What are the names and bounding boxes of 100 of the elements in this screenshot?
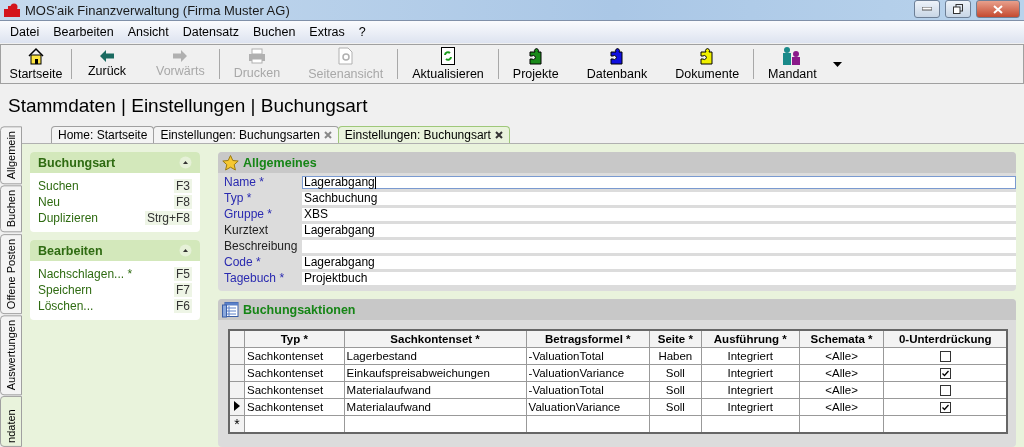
column-header[interactable]: 0-Unterdrückung bbox=[883, 330, 1007, 348]
panel-title: Allgemeines bbox=[243, 155, 317, 170]
close-icon bbox=[993, 4, 1003, 14]
document-tab[interactable]: Einstellungen: Buchungsarten bbox=[153, 126, 339, 143]
table-cell: <Alle> bbox=[799, 381, 884, 399]
new-row-marker: * bbox=[229, 415, 245, 433]
menu-item[interactable]: ? bbox=[351, 25, 373, 39]
field-label: Beschreibung bbox=[224, 240, 299, 253]
input-field[interactable] bbox=[302, 240, 1016, 253]
printer-icon bbox=[247, 48, 266, 64]
vertical-tab[interactable]: ndaten bbox=[0, 396, 22, 447]
menu-item[interactable]: Buchen bbox=[245, 25, 303, 39]
shortcut-key: F3 bbox=[174, 179, 192, 193]
table-cell: Soll bbox=[649, 364, 702, 382]
input-field[interactable]: Lagerabgang bbox=[302, 256, 1016, 269]
minimize-icon bbox=[922, 7, 932, 11]
checkbox[interactable] bbox=[939, 402, 951, 414]
section-title: Bearbeiten bbox=[38, 243, 103, 258]
page-preview-icon bbox=[337, 47, 354, 65]
table-cell: ValuationVariance bbox=[526, 398, 650, 416]
side-link[interactable]: Nachschlagen... * bbox=[38, 267, 133, 281]
table-cell: Lagerbestand bbox=[344, 347, 527, 365]
refresh-icon bbox=[441, 47, 456, 65]
table-cell: Sachkontenset bbox=[244, 347, 345, 365]
checkbox[interactable] bbox=[939, 385, 951, 397]
field-label: Name * bbox=[224, 176, 265, 189]
side-link[interactable]: Löschen... bbox=[38, 299, 94, 313]
close-button[interactable] bbox=[976, 0, 1020, 18]
collapse-icon[interactable] bbox=[179, 244, 192, 257]
checkbox[interactable] bbox=[939, 351, 951, 363]
table-cell: -ValuationTotal bbox=[526, 347, 650, 365]
checkbox[interactable] bbox=[939, 368, 951, 380]
table-cell: <Alle> bbox=[799, 347, 884, 365]
input-field[interactable]: Sachbuchung bbox=[302, 192, 1016, 205]
shortcut-key: F7 bbox=[174, 283, 192, 297]
input-field[interactable]: Projektbuch bbox=[302, 272, 1016, 285]
table-cell: Soll bbox=[649, 398, 702, 416]
table-cell: Sachkontenset bbox=[244, 398, 345, 416]
table-cell: Integriert bbox=[701, 381, 800, 399]
menu-item[interactable]: Datensatz bbox=[175, 25, 246, 39]
left-arrow-icon bbox=[100, 50, 114, 62]
table-cell: Einkaufspreisabweichungen bbox=[344, 364, 527, 382]
window-title: MOS'aik Finanzverwaltung (Firma Muster AG) bbox=[25, 2, 291, 18]
vertical-tab[interactable]: Offene Posten bbox=[0, 233, 22, 314]
shortcut-key: F6 bbox=[174, 299, 192, 313]
input-field[interactable]: XBS bbox=[302, 208, 1016, 221]
table-cell: -ValuationVariance bbox=[526, 364, 650, 382]
collapse-icon[interactable] bbox=[179, 156, 192, 169]
table-icon bbox=[222, 301, 239, 318]
input-field[interactable]: Lagerabgang bbox=[302, 176, 1016, 189]
shortcut-key: Strg+F8 bbox=[144, 211, 192, 225]
input-field[interactable]: Lagerabgang bbox=[302, 224, 1016, 237]
toolbar-button[interactable]: Startseite bbox=[1, 45, 71, 83]
menu-item[interactable]: Ansicht bbox=[120, 25, 176, 39]
table-cell: Integriert bbox=[701, 364, 800, 382]
restore-icon bbox=[953, 4, 963, 14]
table-cell: Sachkontenset bbox=[244, 381, 345, 399]
home-icon bbox=[27, 47, 45, 65]
toolbar-button[interactable]: Datenbank bbox=[572, 45, 662, 83]
document-tab[interactable]: Home: Startseite bbox=[51, 126, 155, 143]
side-link[interactable]: Speichern bbox=[38, 283, 93, 297]
section-title: Buchungsart bbox=[38, 155, 116, 170]
menu-item[interactable]: Datei bbox=[3, 25, 47, 39]
field-label: Tagebuch * bbox=[224, 272, 286, 285]
table-cell: -ValuationTotal bbox=[526, 381, 650, 399]
toolbar-button[interactable]: Dokumente bbox=[661, 45, 754, 83]
column-header[interactable]: Schemata * bbox=[799, 330, 884, 348]
table-cell: Integriert bbox=[701, 398, 800, 416]
side-link[interactable]: Suchen bbox=[38, 179, 79, 193]
toolbar-button[interactable]: Mandant bbox=[754, 45, 831, 83]
vertical-tab[interactable]: Auswertungen bbox=[0, 314, 22, 396]
toolbar-button[interactable]: Projekte bbox=[498, 45, 573, 83]
restore-button[interactable] bbox=[945, 0, 971, 18]
column-header[interactable]: Ausführung * bbox=[701, 330, 800, 348]
table-cell: Sachkontenset bbox=[244, 364, 345, 382]
shortcut-key: F8 bbox=[174, 195, 192, 209]
right-arrow-icon bbox=[173, 50, 188, 62]
close-icon[interactable] bbox=[494, 131, 503, 139]
current-row-icon bbox=[234, 401, 240, 411]
table-cell: <Alle> bbox=[799, 364, 884, 382]
field-label: Code * bbox=[224, 256, 262, 269]
field-label: Gruppe * bbox=[224, 208, 274, 221]
document-tab[interactable]: Einstellungen: Buchungsart bbox=[337, 126, 510, 143]
toolbar-button[interactable]: Aktualisieren bbox=[398, 45, 498, 83]
column-header[interactable]: Betragsformel * bbox=[526, 330, 650, 348]
page-heading: Stammdaten | Einstellungen | Buchungsart bbox=[7, 94, 369, 118]
minimize-button[interactable] bbox=[914, 0, 940, 18]
column-header[interactable]: Typ * bbox=[244, 330, 345, 348]
menu-item[interactable]: Extras bbox=[302, 25, 352, 39]
side-link[interactable]: Neu bbox=[38, 195, 60, 209]
toolbar-button[interactable]: Zurück bbox=[72, 45, 142, 83]
menu-item[interactable]: Bearbeiten bbox=[46, 25, 121, 39]
panel-title: Buchungsaktionen bbox=[243, 302, 356, 317]
column-header[interactable]: Seite * bbox=[649, 330, 702, 348]
vertical-tab[interactable]: Allgemein bbox=[0, 126, 22, 185]
dropdown-arrow-icon[interactable] bbox=[832, 61, 842, 67]
column-header[interactable]: Sachkontenset * bbox=[344, 330, 527, 348]
side-link[interactable]: Duplizieren bbox=[38, 211, 99, 225]
table-cell: Materialaufwand bbox=[344, 398, 527, 416]
vertical-tab[interactable]: Buchen bbox=[0, 185, 22, 233]
